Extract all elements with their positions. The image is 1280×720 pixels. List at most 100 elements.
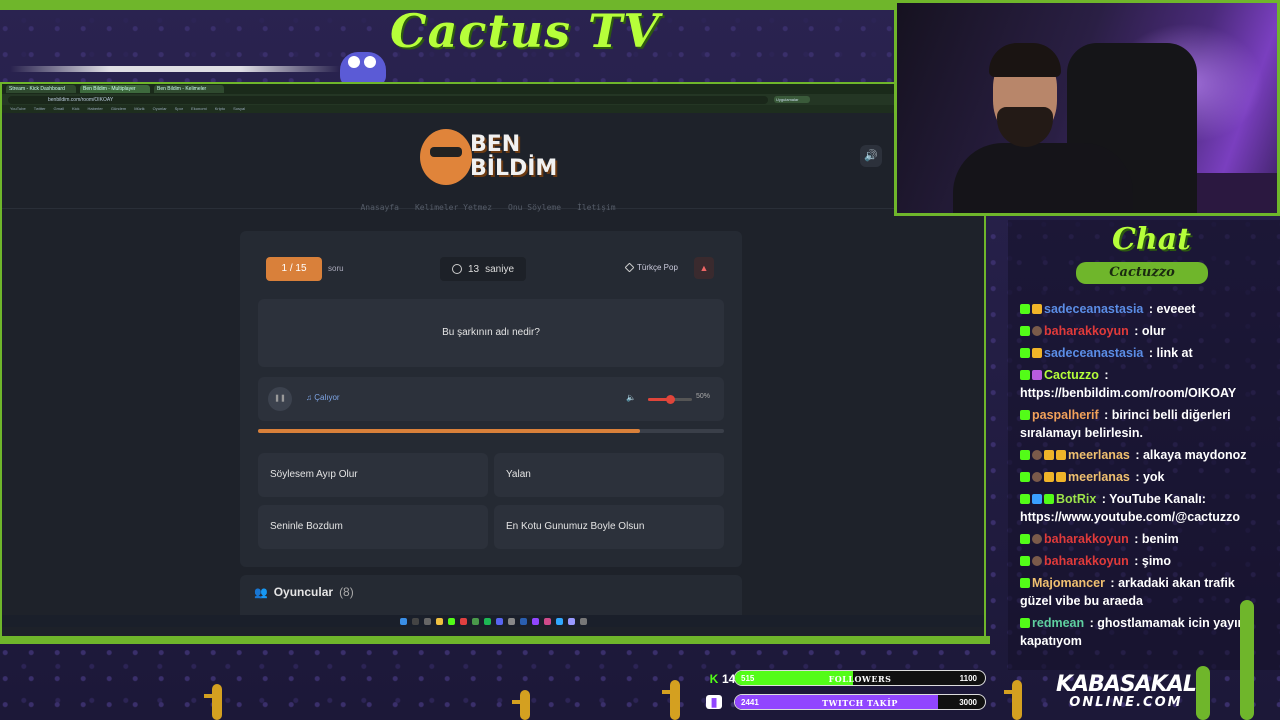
volume-icon[interactable]: 🔈 (626, 393, 636, 402)
webcam-streamer-beard (997, 107, 1053, 147)
chat-badge-icon (1020, 494, 1030, 504)
chat-badge-icon (1056, 450, 1066, 460)
bookmark-item[interactable]: Ekonomi (191, 105, 207, 113)
taskview-icon[interactable] (423, 617, 431, 625)
browser-tab[interactable]: Ben Bildim - Multiplayer (80, 85, 150, 93)
app-icon[interactable] (519, 617, 527, 625)
bookmark-item[interactable]: Gündem (111, 105, 126, 113)
cactus-icon (204, 684, 222, 720)
logo-mascot-icon (420, 129, 472, 185)
sound-toggle-button[interactable]: 🔊 (860, 145, 882, 167)
chrome-icon[interactable] (471, 617, 479, 625)
bookmark-item[interactable]: Kripto (215, 105, 225, 113)
report-button[interactable]: ▲ (694, 257, 714, 279)
chat-message: baharakkoyun : benim (1020, 530, 1270, 548)
chat-message: Majomancer : arkadaki akan trafik güzel … (1020, 576, 1235, 608)
url-input[interactable]: benbildim.com/room/OIKOAY (8, 95, 768, 104)
bookmark-item[interactable]: Kick (72, 105, 80, 113)
chat-username: sadeceanastasia (1044, 346, 1144, 360)
volume-slider[interactable] (648, 395, 692, 404)
answer-option-3[interactable]: Seninle Bozdum (258, 505, 488, 549)
twitch-icon[interactable] (531, 617, 539, 625)
players-header: 👥 Oyuncular (8) (254, 585, 354, 599)
answer-option-2[interactable]: Yalan (494, 453, 724, 497)
chat-badge-icon (1044, 472, 1054, 482)
chat-message: baharakkoyun : şimo (1020, 552, 1270, 570)
explorer-icon[interactable] (435, 617, 443, 625)
chat-badge-icon (1032, 304, 1042, 314)
apps-button[interactable]: Uygulamalar (774, 96, 810, 103)
volume-percent: 50% (696, 393, 711, 400)
chat-badge-icon (1032, 494, 1042, 504)
discord-icon[interactable] (495, 617, 503, 625)
nav-onu-soyleme[interactable]: Onu Söyleme (508, 203, 561, 212)
green-cactus-icon (1240, 600, 1254, 720)
chat-badge-icon (1032, 326, 1042, 336)
nav-kelimeler-yetmez[interactable]: Kelimeler Yetmez (415, 203, 492, 212)
question-text: Bu şarkının adı nedir? (258, 299, 724, 367)
bookmarks-bar: YouTube Twitter Gmail Kick Haberler Günd… (2, 105, 984, 113)
bookmark-item[interactable]: Sosyal (233, 105, 245, 113)
app-icon[interactable] (459, 617, 467, 625)
spotify-icon[interactable] (483, 617, 491, 625)
chat-username: sadeceanastasia (1044, 302, 1144, 316)
twitch-goal: 3000 (959, 698, 977, 707)
browser-tab[interactable]: Stream - Kick Dashboard (6, 85, 76, 93)
volume-handle[interactable] (666, 395, 675, 404)
browser-tab[interactable]: Ben Bildim - Kelimeler (154, 85, 224, 93)
cactus-icon (662, 680, 680, 720)
chat-username: Cactuzzo (1044, 368, 1099, 382)
bookmark-item[interactable]: Twitter (34, 105, 46, 113)
start-icon[interactable] (399, 617, 407, 625)
chat-badge-icon (1020, 472, 1030, 482)
green-cactus-icon (1196, 666, 1210, 720)
bookmark-item[interactable]: YouTube (10, 105, 26, 113)
pause-button[interactable]: ❚❚ (268, 387, 292, 411)
answer-option-1[interactable]: Söylesem Ayıp Olur (258, 453, 488, 497)
app-icon[interactable] (579, 617, 587, 625)
webcam-streamer-body (953, 143, 1133, 213)
twitch-goal-bar: 2441 TWITCH TAKİP 3000 (734, 694, 986, 710)
photoshop-icon[interactable] (555, 617, 563, 625)
bookmark-item[interactable]: Spor (175, 105, 183, 113)
chat-badge-icon (1032, 348, 1042, 358)
chat-text: https://benbildim.com/room/OIKOAY (1020, 386, 1237, 400)
chat-text: olur (1141, 324, 1166, 338)
timer-value: 13 (467, 263, 480, 275)
nav-home[interactable]: Anasayfa (360, 203, 399, 212)
ben-bildim-logo[interactable]: BEN BİLDİM (420, 125, 560, 189)
bookmark-item[interactable]: Oyunlar (153, 105, 167, 113)
chat-username: paspalherif (1032, 408, 1099, 422)
obs-icon[interactable] (507, 617, 515, 625)
chat-badge-icon (1032, 534, 1042, 544)
twitch-label: TWITCH TAKİP (822, 698, 898, 708)
chat-badge-icon (1044, 494, 1054, 504)
chat-username: meerlanas (1068, 470, 1130, 484)
bookmark-item[interactable]: Gmail (54, 105, 64, 113)
answer-option-4[interactable]: En Kotu Gunumuz Boyle Olsun (494, 505, 724, 549)
bookmark-item[interactable]: Müzik (134, 105, 144, 113)
chat-username: BotRix (1056, 492, 1097, 506)
webcam-streamer-hair (989, 43, 1061, 77)
kick-logo-icon: K (709, 672, 719, 686)
logo-text: BEN BİLDİM (470, 132, 558, 181)
timer-unit: saniye (485, 263, 515, 275)
search-icon[interactable] (411, 617, 419, 625)
chat-badge-icon (1020, 348, 1030, 358)
question-counter-unit: soru (328, 264, 344, 273)
genre-label: Türkçe Pop (637, 263, 678, 272)
kick-icon[interactable] (447, 617, 455, 625)
question-header: 1 / 15 soru 13 saniye Türkçe Pop ▲ (266, 255, 724, 283)
premiere-icon[interactable] (567, 617, 575, 625)
screen-capture: Stream - Kick Dashboard Ben Bildim - Mul… (0, 82, 986, 638)
chat-badge-icon (1056, 472, 1066, 482)
chat-brand-badge: Cactuzzo (1076, 262, 1208, 284)
chat-message: sadeceanastasia : eveeet (1020, 300, 1270, 318)
followers-goal: 1100 (959, 674, 977, 683)
chat-badge-icon (1020, 556, 1030, 566)
bookmark-item[interactable]: Haberler (88, 105, 103, 113)
app-icon[interactable] (543, 617, 551, 625)
overlay-streak-decoration (10, 66, 340, 72)
nav-contact[interactable]: İletişim (577, 203, 616, 212)
website-content: BEN BİLDİM 🔊 Anasayfa Kelimeler Yetmez O… (2, 113, 984, 627)
